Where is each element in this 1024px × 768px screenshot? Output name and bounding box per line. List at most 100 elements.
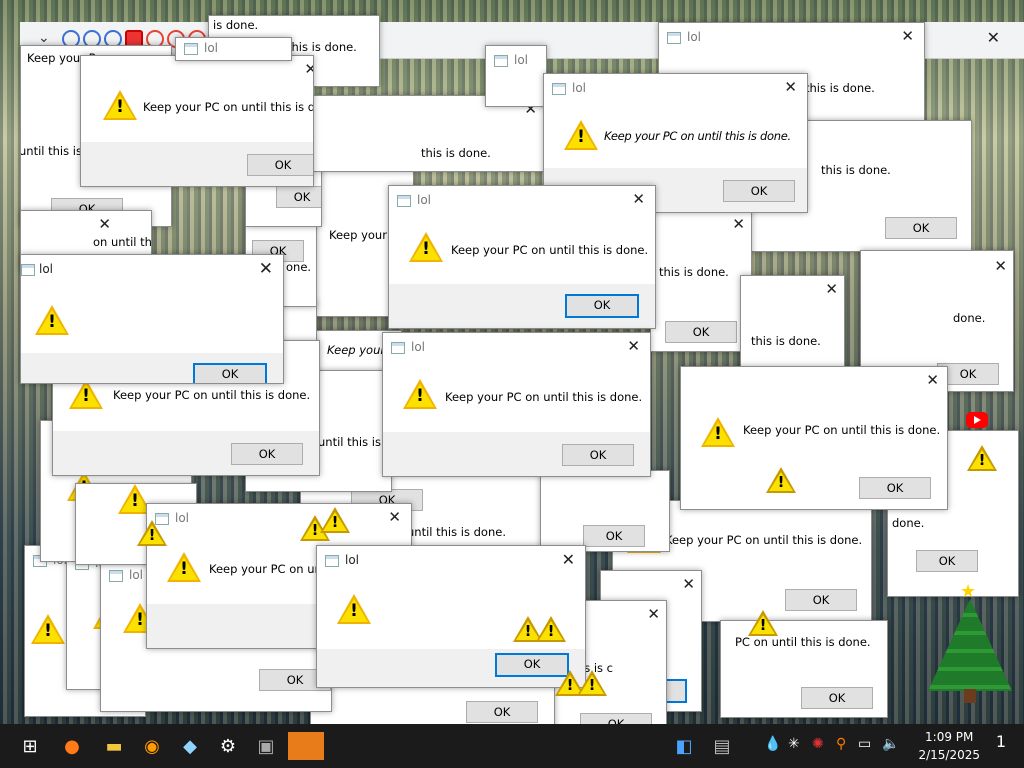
dialog-title: lol [129, 568, 144, 582]
dialog-window: OK [540, 470, 670, 552]
ok-button[interactable]: OK [231, 443, 303, 465]
dialog-message: Keep your PC on until this is done. [445, 390, 643, 404]
close-icon[interactable]: ✕ [732, 215, 745, 233]
dialog-message: this is done. [805, 81, 875, 95]
chevron-down-icon[interactable]: ⌄ [38, 30, 50, 46]
close-icon[interactable]: ✕ [825, 280, 838, 298]
ok-button[interactable]: OK [801, 687, 873, 709]
dialog-window: lol ✕ ! Keep your PC on until this is don… [388, 185, 656, 329]
ok-button[interactable]: OK [276, 186, 321, 208]
dialog-title: lol [345, 553, 360, 567]
tray-sparkle-icon[interactable]: ✳ [788, 736, 800, 752]
dialog-message: this is done. [421, 146, 491, 160]
system-clock[interactable]: 1:09 PM 2/15/2025 [918, 728, 980, 764]
dialog-title: lol [417, 193, 432, 207]
notification-center-icon[interactable]: 1 [988, 732, 1014, 758]
warning-icon: ! [564, 120, 598, 150]
computer-icon[interactable]: ▤ [708, 732, 736, 760]
app-icon [494, 55, 508, 67]
dialog-message: until this is done. [407, 525, 506, 539]
close-icon[interactable]: ✕ [987, 28, 1000, 47]
dialog-message: Keep your PC on until this is done. [665, 533, 863, 547]
warning-icon: ! [337, 594, 371, 624]
close-icon[interactable]: ✕ [682, 575, 695, 593]
close-icon[interactable]: ✕ [388, 508, 401, 526]
notification-count-badge: 1 [995, 732, 1007, 751]
ok-button[interactable]: OK [785, 589, 857, 611]
dialog-message: this is done. [751, 334, 821, 348]
ok-button[interactable]: OK [562, 444, 634, 466]
app-icon [184, 43, 198, 55]
close-icon[interactable]: ✕ [562, 550, 575, 569]
close-icon[interactable]: ✕ [647, 605, 660, 623]
dialog-window: ✕ ! Keep your PC on until this is done. … [680, 366, 948, 510]
youtube-icon[interactable] [966, 412, 988, 428]
tray-drop-icon[interactable]: 💧 [764, 736, 781, 752]
dialog-window: lol ✕ ! Keep your PC on until this is don… [382, 332, 651, 477]
ok-button[interactable]: OK [665, 321, 737, 343]
start-button[interactable]: ⊞ [16, 732, 44, 760]
ok-button[interactable]: OK [565, 294, 639, 318]
dialog-window: PC on until this is done. OK [720, 620, 888, 718]
warning-icon: ! [403, 379, 437, 409]
ok-button[interactable]: OK [583, 525, 645, 547]
ok-button[interactable]: OK [580, 713, 652, 724]
ok-button[interactable]: OK [247, 154, 313, 176]
app-icon [21, 264, 35, 276]
dialog-message: this is done. [821, 163, 891, 177]
network-app-icon[interactable]: ▣ [252, 732, 280, 760]
dialog-title: lol [687, 30, 702, 44]
browser-app-icon[interactable]: ◉ [138, 732, 166, 760]
dialog-message: done. [892, 516, 925, 530]
dialog-title: lol [572, 81, 587, 95]
network-icon[interactable]: ▭ [858, 736, 871, 752]
close-icon[interactable]: ✕ [926, 371, 939, 389]
ok-button[interactable]: OK [859, 477, 931, 499]
app-icon [552, 83, 566, 95]
dialog-window: lol ✕ ! OK [20, 254, 284, 384]
app-icon[interactable]: ◧ [670, 732, 698, 760]
ok-button[interactable]: OK [723, 180, 795, 202]
warning-icon: ! [701, 417, 735, 447]
taskbar: ⊞ ● ▬ ◉ ◆ ⚙ ▣ ◧ ▤ 💧 ✳ ✺ ⚲ ▭ 🔈 1:09 PM 2/… [0, 724, 1024, 768]
settings-gear-icon[interactable]: ⚙ [214, 732, 242, 760]
close-icon[interactable]: ✕ [784, 78, 797, 96]
close-icon[interactable]: ✕ [994, 257, 1007, 275]
warning-icon: ! [167, 552, 201, 582]
tray-bug-icon[interactable]: ✺ [812, 736, 824, 752]
dialog-title: lol [514, 53, 529, 67]
close-icon[interactable]: ✕ [627, 337, 640, 355]
active-app-icon[interactable] [288, 732, 324, 760]
close-icon[interactable]: ✕ [259, 259, 273, 279]
dialog-title: lol [39, 262, 54, 276]
ok-button[interactable]: OK [916, 550, 978, 572]
dialog-title: lol [175, 511, 190, 525]
search-icon[interactable]: ⚲ [836, 736, 846, 752]
christmas-tree-icon: ★ [928, 581, 1012, 707]
file-explorer-icon[interactable]: ▬ [100, 732, 128, 760]
app-icon [109, 570, 123, 582]
app-icon[interactable]: ◆ [176, 732, 204, 760]
ok-button[interactable]: OK [466, 701, 538, 723]
dialog-message: Keep your PC on until this is done. [451, 243, 649, 257]
app-icon [391, 342, 405, 354]
ok-button[interactable]: OK [193, 363, 267, 383]
dialog-message: this is done. [287, 40, 357, 54]
firefox-icon[interactable]: ● [58, 732, 86, 760]
ok-button[interactable]: OK [885, 217, 957, 239]
close-icon[interactable]: ✕ [632, 190, 645, 208]
close-icon[interactable]: ✕ [98, 215, 111, 233]
app-icon [155, 513, 169, 525]
warning-icon: ! [35, 305, 69, 335]
dialog-title: lol [411, 340, 426, 354]
ok-button[interactable]: OK [495, 653, 569, 677]
dialog-message: this is done. [659, 265, 729, 279]
warning-icon: ! [31, 614, 65, 644]
close-icon[interactable]: ✕ [901, 27, 914, 45]
dialog-message: Keep your PC on until this is done. [604, 129, 791, 143]
dialog-message: Keep your PC on until this is done. [113, 388, 311, 402]
close-icon[interactable]: ✕ [304, 60, 313, 78]
dialog-message: Keep your PC on until this is done. [143, 100, 313, 114]
dialog-message: Keep your PC on until this is done. [743, 423, 941, 437]
volume-icon[interactable]: 🔈 [882, 736, 899, 752]
